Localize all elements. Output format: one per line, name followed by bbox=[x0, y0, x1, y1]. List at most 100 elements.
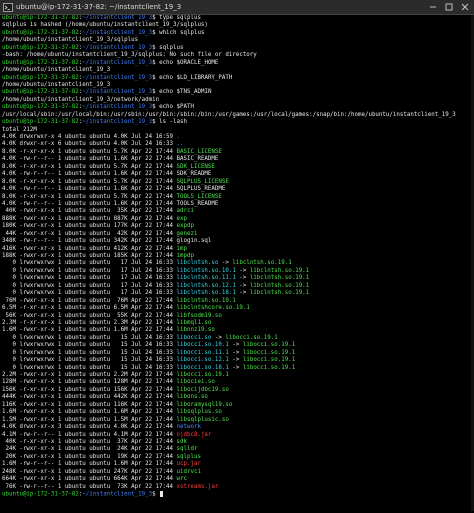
listing-row: 40K -rwxr-xr-x 1 ubuntu ubuntu 35K Apr 2… bbox=[2, 208, 472, 215]
file-name: BASIC_README bbox=[176, 156, 219, 163]
prompt-user-host: ubuntu@ip-172-31-37-82 bbox=[2, 15, 79, 21]
prompt-user-host: ubuntu@ip-172-31-37-82 bbox=[2, 44, 79, 51]
file-name: libocci.so.19.1 bbox=[176, 372, 229, 378]
title-bar[interactable]: ubuntu@ip-172-31-37-82: ~/instantclient_… bbox=[0, 0, 474, 15]
file-name: network bbox=[176, 424, 201, 431]
file-name: libons.so bbox=[176, 394, 208, 401]
file-metadata: 4.0K drwxr-xr-x 6 ubuntu ubuntu 4.0K Jul… bbox=[2, 141, 177, 148]
listing-row: 2.2M -rwxr-xr-x 1 ubuntu ubuntu 2.2M Apr… bbox=[2, 372, 472, 379]
output-line: sqlplus is hashed (/home/ubuntu/instantc… bbox=[2, 22, 472, 29]
listing-row: 156K -r-xr-xr-x 1 ubuntu ubuntu 156K Apr… bbox=[2, 387, 472, 394]
listing-row: 8.0K -r-xr-xr-x 1 ubuntu ubuntu 5.7K Apr… bbox=[2, 164, 472, 171]
listing-row: 4.0K -rw-r--r-- 1 ubuntu ubuntu 1.6K Apr… bbox=[2, 171, 472, 178]
close-icon[interactable] bbox=[460, 2, 470, 12]
command-text: ls -lash bbox=[159, 119, 187, 126]
file-name: libociei.so bbox=[176, 379, 215, 386]
file-metadata: 1.6M -rwxr-xr-x 1 ubuntu ubuntu 1.6M Apr… bbox=[2, 327, 177, 334]
listing-row: 2.3M -r-xr-xr-x 1 ubuntu ubuntu 2.3M Apr… bbox=[2, 320, 472, 327]
symlink-target: libocci.so.19.1 bbox=[242, 357, 296, 364]
file-name: SQLPLUS_README bbox=[176, 186, 226, 193]
file-metadata: 2.2M -rwxr-xr-x 1 ubuntu ubuntu 2.2M Apr… bbox=[2, 372, 177, 378]
output-text: -bash: /home/ubuntu/instantclient_19_3/s… bbox=[2, 52, 257, 59]
output-line: total 212M bbox=[2, 127, 472, 134]
prompt-user-host: ubuntu@ip-172-31-37-82 bbox=[2, 119, 79, 126]
file-metadata: 8.0K -r-xr-xr-x 1 ubuntu ubuntu 5.7K Apr… bbox=[2, 178, 177, 185]
file-metadata: 348K -rw-r--r-- 1 ubuntu ubuntu 342K Apr… bbox=[2, 238, 177, 245]
file-name: libocci.so.10.1 bbox=[176, 342, 229, 349]
prompt-line: ubuntu@ip-172-31-37-82:~/instantclient_1… bbox=[2, 45, 472, 52]
file-metadata: 180K -rwxr-xr-x 1 ubuntu ubuntu 177K Apr… bbox=[2, 223, 177, 230]
minimize-icon[interactable] bbox=[428, 2, 438, 12]
symlink-arrow: -> bbox=[235, 275, 250, 282]
listing-row: 8.0K -r-xr-xr-x 1 ubuntu ubuntu 5.7K Apr… bbox=[2, 194, 472, 201]
listing-row: 0 lrwxrwxrwx 1 ubuntu ubuntu 17 Jul 24 1… bbox=[2, 268, 472, 275]
file-metadata: 0 lrwxrwxrwx 1 ubuntu ubuntu 15 Jul 24 1… bbox=[2, 364, 177, 371]
listing-row: 0 lrwxrwxrwx 1 ubuntu ubuntu 17 Jul 24 1… bbox=[2, 260, 472, 267]
file-name: libocijdbc19.so bbox=[176, 386, 229, 393]
window-controls bbox=[428, 2, 470, 12]
file-name: SQLPLUS_LICENSE bbox=[176, 178, 229, 185]
command-text: echo $ORACLE_HOME bbox=[159, 59, 219, 66]
prompt-path: ~/instantclient_19_3 bbox=[82, 29, 153, 36]
file-metadata: 888K -rwxr-xr-x 1 ubuntu ubuntu 887K Apr… bbox=[2, 215, 177, 222]
file-metadata: 8.0K -r-xr-xr-x 1 ubuntu ubuntu 5.7K Apr… bbox=[2, 193, 177, 200]
prompt-dollar: $ bbox=[152, 491, 160, 498]
file-name: imp bbox=[176, 245, 187, 252]
output-text: /home/ubuntu/instantclient_19_3 bbox=[2, 67, 111, 74]
maximize-icon[interactable] bbox=[444, 2, 454, 12]
file-metadata: 1.6M -rwxr-xr-x 1 ubuntu ubuntu 1.6M Apr… bbox=[2, 409, 177, 416]
file-metadata: 188K -rwxr-xr-x 1 ubuntu ubuntu 185K Apr… bbox=[2, 253, 177, 259]
file-metadata: 4.0K -rw-r--r-- 1 ubuntu ubuntu 1.6K Apr… bbox=[2, 156, 177, 163]
listing-row: 664K -rwxr-xr-x 1 ubuntu ubuntu 664K Apr… bbox=[2, 476, 472, 483]
file-name: SDK_README bbox=[176, 171, 212, 178]
file-metadata: 248K -rwxr-xr-x 1 ubuntu ubuntu 247K Apr… bbox=[2, 468, 177, 475]
listing-row: 4.1M -rw-r--r-- 1 ubuntu ubuntu 4.1M Apr… bbox=[2, 432, 472, 439]
command-text: which sqlplus bbox=[159, 29, 205, 36]
output-line: /home/ubuntu/instantclient_19_3/sqlplus bbox=[2, 37, 472, 44]
file-name: libocci.so bbox=[176, 334, 212, 341]
listing-row: 76M -rwxr-xr-x 1 ubuntu ubuntu 76M Apr 2… bbox=[2, 298, 472, 305]
listing-row: 1.5M -rwxr-xr-x 1 ubuntu ubuntu 1.5M Apr… bbox=[2, 417, 472, 424]
file-metadata: 8.0K -r-xr-xr-x 1 ubuntu ubuntu 5.7K Apr… bbox=[2, 148, 177, 155]
file-name: libclntsh.so bbox=[176, 260, 219, 267]
symlink-target: libocci.so.19.1 bbox=[242, 364, 296, 371]
file-name: libocci.so.18.1 bbox=[176, 364, 229, 371]
prompt-path: ~/instantclient_19_3 bbox=[82, 15, 153, 21]
terminal-output[interactable]: ubuntu@ip-172-31-37-82:~/instantclient_1… bbox=[2, 15, 472, 511]
file-name: TOOLS_LICENSE bbox=[176, 193, 222, 200]
file-metadata: 156K -r-xr-xr-x 1 ubuntu ubuntu 156K Apr… bbox=[2, 386, 177, 393]
file-metadata: 0 lrwxrwxrwx 1 ubuntu ubuntu 15 Jul 24 1… bbox=[2, 334, 177, 341]
file-metadata: 664K -rwxr-xr-x 1 ubuntu ubuntu 664K Apr… bbox=[2, 476, 177, 483]
output-line: /home/ubuntu/instantclient_19_3 bbox=[2, 67, 472, 74]
file-name: libclntsh.so.10.1 bbox=[176, 267, 236, 274]
listing-row: 0 lrwxrwxrwx 1 ubuntu ubuntu 15 Jul 24 1… bbox=[2, 365, 472, 372]
file-metadata: 0 lrwxrwxrwx 1 ubuntu ubuntu 17 Jul 24 1… bbox=[2, 290, 177, 297]
listing-row: 0 lrwxrwxrwx 1 ubuntu ubuntu 17 Jul 24 1… bbox=[2, 283, 472, 290]
listing-row: 0 lrwxrwxrwx 1 ubuntu ubuntu 15 Jul 24 1… bbox=[2, 357, 472, 364]
file-name: sqlplus bbox=[176, 453, 201, 460]
symlink-target: libocci.so.19.1 bbox=[242, 342, 296, 349]
file-metadata: 2.3M -r-xr-xr-x 1 ubuntu ubuntu 2.3M Apr… bbox=[2, 319, 177, 326]
prompt-user-host: ubuntu@ip-172-31-37-82 bbox=[2, 491, 79, 498]
symlink-arrow: -> bbox=[235, 290, 250, 297]
file-metadata: 24K -rwxr-xr-x 1 ubuntu ubuntu 24K Apr 2… bbox=[2, 446, 177, 453]
file-metadata: 1.6M -rw-r--r-- 1 ubuntu ubuntu 1.6M Apr… bbox=[2, 461, 177, 468]
symlink-target: libocci.so.19.1 bbox=[242, 349, 296, 356]
output-text: /usr/local/sbin:/usr/local/bin:/usr/sbin… bbox=[2, 111, 456, 118]
file-metadata: 56K -rwxr-xr-x 1 ubuntu ubuntu 55K Apr 2… bbox=[2, 312, 177, 319]
terminal-app-icon bbox=[3, 2, 13, 12]
file-name: .. bbox=[176, 141, 184, 148]
file-metadata: 4.0K drwxrwxr-x 4 ubuntu ubuntu 4.0K Jul… bbox=[2, 134, 177, 140]
file-metadata: 4.0K -rw-r--r-- 1 ubuntu ubuntu 1.6K Apr… bbox=[2, 171, 177, 178]
text-cursor bbox=[160, 491, 164, 497]
file-metadata: 4.0K -rw-r--r-- 1 ubuntu ubuntu 1.6K Apr… bbox=[2, 200, 177, 207]
file-name: libclntsh.so.19.1 bbox=[176, 297, 236, 304]
prompt-path: ~/instantclient_19_3 bbox=[82, 74, 153, 81]
file-metadata: 40K -r-xr-xr-x 1 ubuntu ubuntu 37K Apr 2… bbox=[2, 438, 177, 445]
file-metadata: 44K -rwxr-xr-x 1 ubuntu ubuntu 42K Apr 2… bbox=[2, 230, 177, 237]
file-name: libsqlplus.so bbox=[176, 409, 222, 416]
file-metadata: 0 lrwxrwxrwx 1 ubuntu ubuntu 17 Jul 24 1… bbox=[2, 260, 177, 267]
file-name: glogin.sql bbox=[176, 238, 212, 245]
listing-row: 4.0K -rw-r--r-- 1 ubuntu ubuntu 1.6K Apr… bbox=[2, 201, 472, 208]
listing-row: 76K -rw-r--r-- 1 ubuntu ubuntu 73K Apr 2… bbox=[2, 484, 472, 491]
